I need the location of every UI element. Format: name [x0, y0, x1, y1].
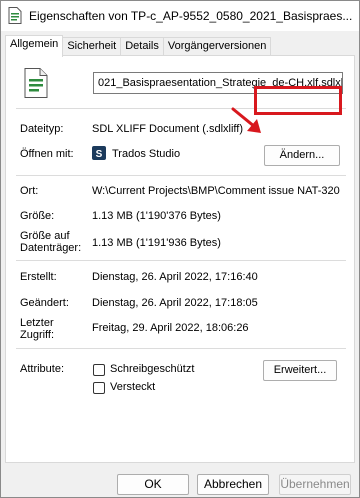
size-label: Größe: [20, 210, 55, 222]
document-icon [8, 7, 22, 24]
divider [16, 175, 346, 176]
trados-icon: S [92, 146, 106, 160]
accessed-label-1: Letzter [20, 317, 54, 329]
disksize-label-2: Datenträger: [20, 242, 82, 254]
modified-label: Geändert: [20, 297, 69, 309]
location-value: W:\Current Projects\BMP\Comment issue NA… [92, 185, 340, 197]
filetype-value: SDL XLIFF Document (.sdlxliff) [92, 123, 243, 135]
divider [16, 260, 346, 261]
openwith-label: Öffnen mit: [20, 148, 74, 160]
divider [16, 348, 346, 349]
tab-previous-versions[interactable]: Vorgängerversionen [162, 37, 272, 56]
tab-strip: Allgemein Sicherheit Details Vorgängerve… [5, 35, 355, 57]
hidden-label: Versteckt [110, 381, 156, 393]
general-panel: 021_Basispraesentation_Strategie_de-CH.x… [5, 55, 355, 463]
window-title: Eigenschaften von TP-c_AP-9552_0580_2021… [29, 9, 353, 23]
disksize-value: 1.13 MB (1'191'936 Bytes) [92, 237, 221, 249]
red-arrow-icon [231, 107, 261, 133]
sdlxliff-file-icon [24, 68, 48, 98]
hidden-checkbox[interactable] [93, 382, 105, 394]
ok-button[interactable]: OK [117, 474, 189, 495]
created-value: Dienstag, 26. April 2022, 17:16:40 [92, 271, 258, 283]
accessed-value: Freitag, 29. April 2022, 18:06:26 [92, 322, 249, 334]
created-label: Erstellt: [20, 271, 57, 283]
readonly-checkbox[interactable] [93, 364, 105, 376]
properties-dialog: Eigenschaften von TP-c_AP-9552_0580_2021… [0, 0, 360, 498]
accessed-label-2: Zugriff: [20, 329, 55, 341]
apply-button[interactable]: Übernehmen [279, 474, 351, 495]
modified-value: Dienstag, 26. April 2022, 17:18:05 [92, 297, 258, 309]
tab-general[interactable]: Allgemein [5, 35, 64, 57]
openwith-app: Trados Studio [112, 148, 181, 160]
size-value: 1.13 MB (1'190'376 Bytes) [92, 210, 221, 222]
filetype-label: Dateityp: [20, 123, 64, 135]
svg-text:S: S [96, 149, 103, 160]
location-label: Ort: [20, 185, 39, 197]
readonly-label: Schreibgeschützt [110, 363, 195, 375]
tab-security[interactable]: Sicherheit [62, 37, 122, 56]
cancel-button[interactable]: Abbrechen [197, 474, 269, 495]
title-bar: Eigenschaften von TP-c_AP-9552_0580_2021… [1, 1, 359, 31]
change-button[interactable]: Ändern... [264, 145, 340, 166]
tab-details[interactable]: Details [120, 37, 164, 56]
disksize-label-1: Größe auf [20, 230, 70, 242]
attributes-label: Attribute: [20, 363, 65, 375]
advanced-button[interactable]: Erweitert... [263, 360, 337, 381]
